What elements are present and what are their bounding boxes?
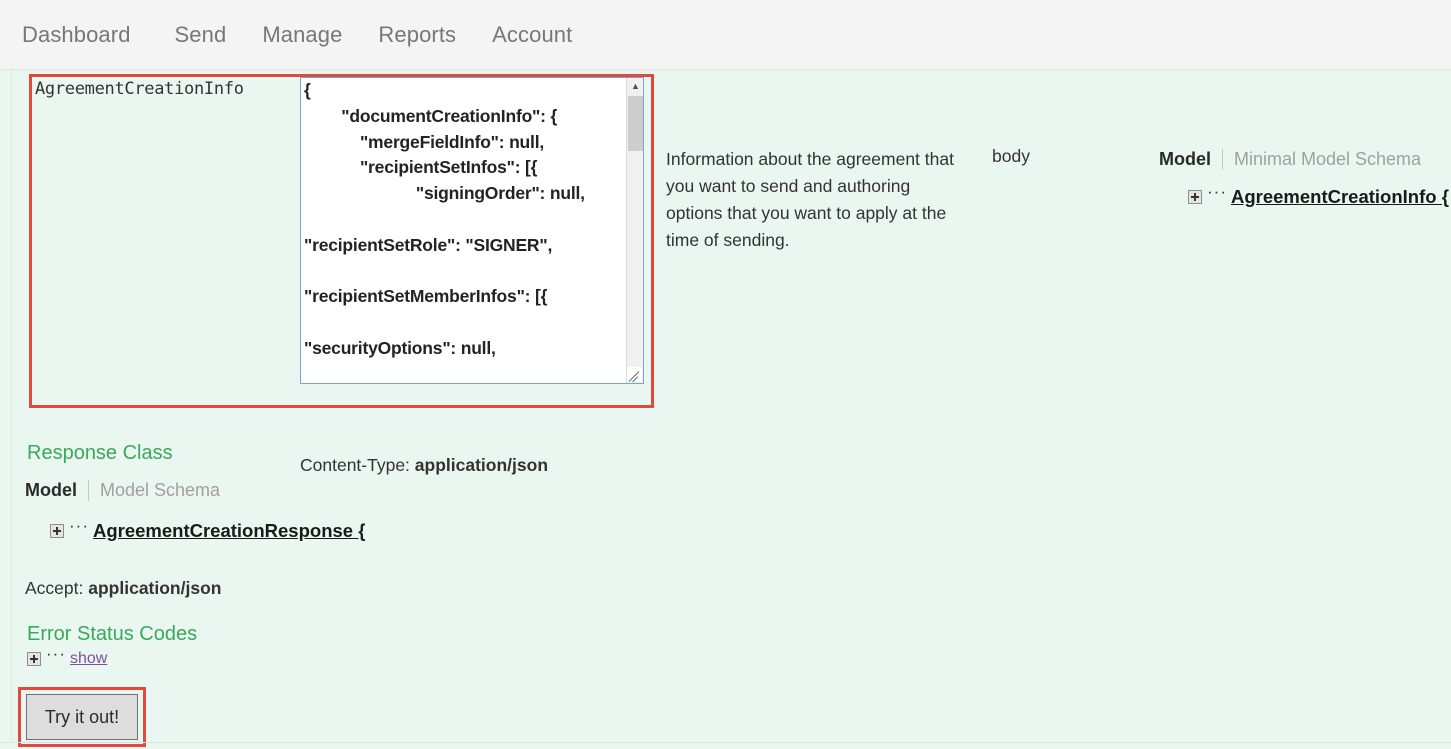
ellipsis-dots: ··· (1207, 182, 1227, 201)
ellipsis-dots: ··· (69, 516, 89, 535)
nav-item-send[interactable]: Send (157, 23, 245, 46)
nav-item-reports[interactable]: Reports (360, 23, 474, 46)
try-it-out-button[interactable]: Try it out! (26, 694, 138, 740)
tab-request-model[interactable]: Model (1159, 149, 1211, 170)
parameter-name-label: AgreementCreationInfo (35, 79, 244, 99)
accept-label: Accept: (25, 578, 84, 598)
error-status-codes-heading: Error Status Codes (27, 623, 198, 645)
page-root: Dashboard Send Manage Reports Account Ag… (0, 0, 1451, 749)
request-content-type: Content-Type: application/json (300, 455, 548, 476)
content-type-label: Content-Type: (300, 455, 410, 475)
response-class-tabs: Model Model Schema (25, 480, 220, 501)
scrollbar-thumb[interactable] (628, 96, 643, 151)
tab-response-model[interactable]: Model (25, 480, 77, 501)
nav-item-account[interactable]: Account (474, 23, 590, 46)
panel-bottom-divider (0, 742, 1451, 743)
api-operation-panel: AgreementCreationInfo { "documentCreatio… (0, 70, 1451, 749)
response-class-tree: ··· AgreementCreationResponse { (50, 516, 365, 542)
plus-box-icon[interactable] (27, 652, 41, 666)
ellipsis-dots: ··· (46, 644, 66, 663)
plus-box-icon[interactable] (50, 524, 64, 538)
parameter-value-textarea[interactable]: { "documentCreationInfo": { "mergeFieldI… (300, 77, 644, 384)
parameter-description: Information about the agreement that you… (666, 149, 954, 250)
accept-value: application/json (88, 578, 222, 598)
parameter-type: body (992, 146, 1030, 166)
tab-request-minimal-model-schema[interactable]: Minimal Model Schema (1222, 148, 1421, 170)
content-type-value: application/json (414, 455, 549, 475)
nav-item-manage[interactable]: Manage (244, 23, 360, 46)
response-class-root-node[interactable]: AgreementCreationResponse { (93, 520, 365, 542)
tab-response-model-schema[interactable]: Model Schema (88, 480, 220, 501)
nav-item-dashboard[interactable]: Dashboard (22, 23, 149, 46)
request-model-tabs: Model Minimal Model Schema (1150, 146, 1451, 172)
parameter-value-text[interactable]: { "documentCreationInfo": { "mergeFieldI… (304, 78, 620, 362)
textarea-scrollbar[interactable]: ▲ ▼ (626, 78, 643, 383)
request-model-root-node[interactable]: AgreementCreationInfo { (1231, 186, 1449, 208)
top-navigation-bar: Dashboard Send Manage Reports Account (0, 0, 1451, 70)
error-status-codes-tree: ··· show (27, 644, 107, 668)
response-accept-header: Accept: application/json (25, 578, 221, 599)
plus-box-icon[interactable] (1188, 190, 1202, 204)
scroll-up-arrow-icon[interactable]: ▲ (627, 78, 643, 95)
response-class-heading: Response Class (27, 442, 173, 464)
textarea-resize-grip[interactable] (627, 367, 642, 382)
panel-left-divider (11, 70, 12, 742)
request-model-tree: ··· AgreementCreationInfo { (1150, 182, 1451, 208)
show-error-codes-link[interactable]: show (70, 650, 107, 668)
request-model-panel: Model Minimal Model Schema ··· Agreement… (1150, 146, 1451, 208)
